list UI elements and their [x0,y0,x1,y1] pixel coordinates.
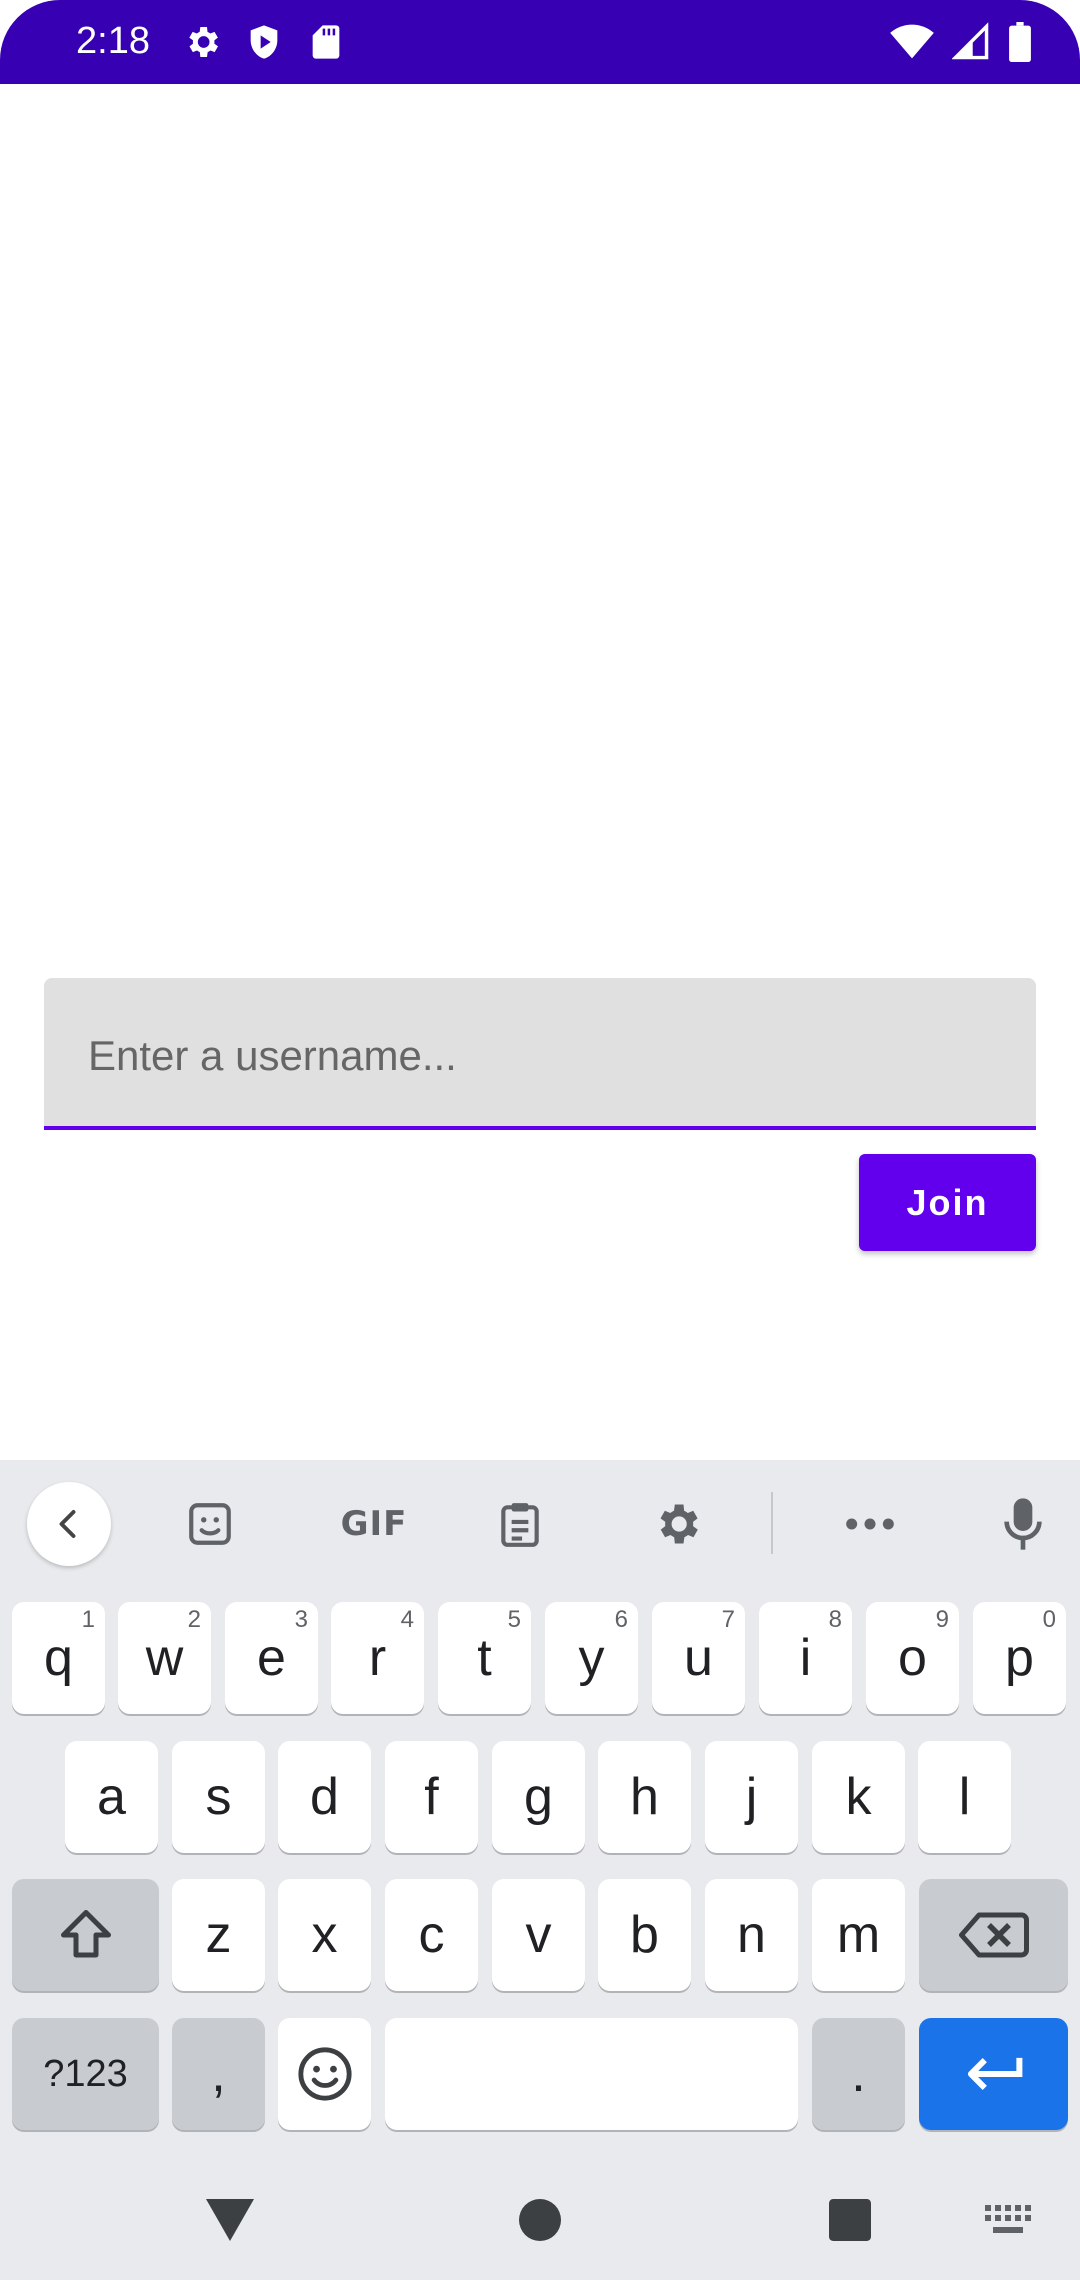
key-a[interactable]: a [65,1741,158,1853]
key-e[interactable]: e3 [225,1602,318,1714]
key-hint: 7 [721,1606,735,1633]
key-o[interactable]: o9 [866,1602,959,1714]
keyboard-switch-icon[interactable] [980,2196,1036,2244]
key-g[interactable]: g [492,1741,585,1853]
emoji-key[interactable] [278,2018,371,2130]
status-icons-right [890,22,1032,62]
enter-icon [967,2057,1022,2090]
recents-square-icon[interactable] [820,2190,880,2250]
back-triangle-icon[interactable] [200,2190,260,2250]
key-label: i [799,1629,812,1687]
shift-icon [60,1910,111,1958]
key-j[interactable]: j [705,1741,798,1853]
shift-key[interactable] [12,1879,159,1991]
more-icon[interactable] [828,1482,912,1566]
symbols-key[interactable]: ?123 [12,2018,159,2130]
key-t[interactable]: t5 [438,1602,531,1714]
gif-icon[interactable]: GIF [322,1482,426,1566]
period-key[interactable]: . [812,2018,905,2130]
shield-play-icon [244,22,284,62]
back-icon[interactable] [27,1482,111,1566]
key-k[interactable]: k [812,1741,905,1853]
status-bar: 2:18 [0,0,1080,84]
key-hint: 5 [507,1606,521,1633]
cell-signal-icon [952,22,990,62]
key-hint: 6 [614,1606,628,1633]
key-label: y [578,1629,605,1687]
key-s[interactable]: s [172,1741,265,1853]
key-i[interactable]: i8 [759,1602,852,1714]
key-label: u [684,1629,713,1687]
key-hint: 1 [81,1606,95,1633]
emoji-icon [297,2047,352,2101]
clipboard-icon[interactable] [478,1482,562,1566]
keyboard-toolbar: GIF [0,1460,1080,1582]
key-l[interactable]: l [918,1741,1011,1853]
settings-icon[interactable] [635,1482,719,1566]
enter-key[interactable] [919,2018,1068,2130]
status-time: 2:18 [76,20,150,62]
key-label: p [1005,1629,1034,1687]
key-w[interactable]: w2 [118,1602,211,1714]
mic-icon[interactable] [981,1482,1065,1566]
key-label: r [368,1629,387,1687]
key-hint: 4 [400,1606,414,1633]
key-n[interactable]: n [705,1879,798,1991]
key-h[interactable]: h [598,1741,691,1853]
key-hint: 2 [187,1606,201,1633]
home-circle-icon[interactable] [510,2190,570,2250]
key-q[interactable]: q1 [12,1602,105,1714]
key-c[interactable]: c [385,1879,478,1991]
comma-key[interactable]: , [172,2018,265,2130]
key-label: e [257,1629,286,1687]
key-hint: 0 [1042,1606,1056,1633]
key-r[interactable]: r4 [331,1602,424,1714]
username-field[interactable] [44,978,1036,1130]
backspace-icon [958,1912,1029,1958]
key-hint: 8 [828,1606,842,1633]
key-hint: 3 [294,1606,308,1633]
key-v[interactable]: v [492,1879,585,1991]
key-label: t [477,1629,492,1687]
key-p[interactable]: p0 [973,1602,1066,1714]
key-b[interactable]: b [598,1879,691,1991]
username-input[interactable] [88,1028,988,1084]
battery-icon [1008,22,1032,62]
join-button[interactable]: Join [859,1154,1036,1251]
status-icons-left [182,22,346,62]
key-f[interactable]: f [385,1741,478,1853]
gear-icon [182,22,222,62]
key-label: o [898,1629,927,1687]
toolbar-divider [771,1492,773,1554]
space-key[interactable] [385,2018,798,2130]
key-d[interactable]: d [278,1741,371,1853]
key-m[interactable]: m [812,1879,905,1991]
key-hint: 9 [935,1606,949,1633]
gif-label: GIF [340,1504,408,1544]
sd-card-icon [306,22,346,62]
key-u[interactable]: u7 [652,1602,745,1714]
key-label: w [145,1629,184,1687]
key-z[interactable]: z [172,1879,265,1991]
backspace-key[interactable] [919,1879,1068,1991]
navigation-bar [0,2160,1080,2280]
key-label: q [44,1629,73,1687]
sticker-icon[interactable] [168,1482,252,1566]
key-x[interactable]: x [278,1879,371,1991]
key-y[interactable]: y6 [545,1602,638,1714]
keyboard: GIF q1 w2 e3 r4 t5 y6 u7 i8 o9 p0 a s d … [0,1460,1080,2280]
wifi-icon [890,22,934,62]
